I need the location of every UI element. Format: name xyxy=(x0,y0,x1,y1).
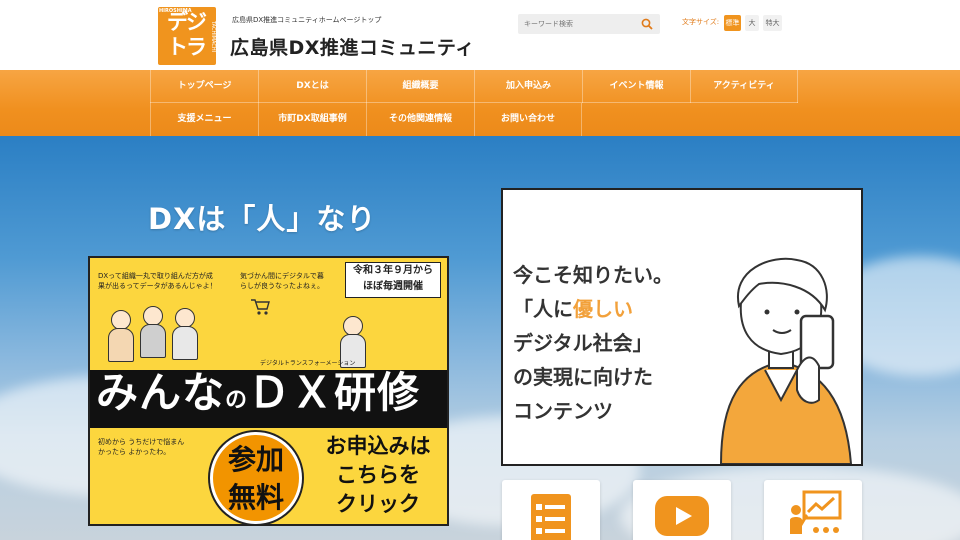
card-text: 今こそ知りたい。 「人に優しい デジタル社会」 の実現に向けた コンテンツ xyxy=(513,258,673,428)
font-size-standard-button[interactable]: 標準 xyxy=(724,15,741,31)
banner-speech-2: 気づかん間にデジタルで暮らしが良うなったよねぇ。 xyxy=(240,272,324,290)
shopping-cart-icon xyxy=(251,299,270,315)
content-tile-checklist[interactable] xyxy=(502,480,600,540)
apply-cta-line-1: お申込みは xyxy=(325,434,431,458)
font-size-label: 文字サイズ: xyxy=(682,18,720,26)
card-line-1: 今こそ知りたい。 xyxy=(513,263,673,287)
hero-heading: DXは「人」なり xyxy=(148,202,377,236)
card-line-2-highlight: 優しい xyxy=(573,297,633,321)
nav-row-2: 支援メニュー 市町DX取組事例 その他関連情報 お問い合わせ xyxy=(150,103,582,136)
nav-item-about-dx[interactable]: DXとは xyxy=(258,70,366,103)
banner-schedule-line-2: ほぼ毎週開催 xyxy=(363,281,423,292)
site-title[interactable]: 広島県DX推進コミュニティ xyxy=(230,33,475,60)
logo-side-text: TACHIMACHI xyxy=(210,21,216,53)
search-input[interactable] xyxy=(524,16,634,32)
card-line-5: コンテンツ xyxy=(513,399,613,423)
banner-schedule-box: 令和３年９月から ほぼ毎週開催 xyxy=(345,262,441,298)
illustration-person xyxy=(108,310,134,362)
card-line-4: の実現に向けた xyxy=(513,365,653,389)
training-banner[interactable]: DXって組織一丸で取り組んだ方が成果が出るってデータがあるんじゃよ！ 気づかん間… xyxy=(88,256,449,526)
play-video-icon xyxy=(655,496,709,536)
free-badge: 参加 無料 xyxy=(210,432,302,524)
checklist-icon xyxy=(531,494,571,540)
site-tagline: 広島県DX推進コミュニティホームページトップ xyxy=(232,16,382,24)
banner-title-part-b: の xyxy=(225,388,249,413)
banner-schedule-line-1: 令和３年９月から xyxy=(353,265,433,276)
search-box xyxy=(518,14,660,34)
nav-item-top[interactable]: トップページ xyxy=(150,70,258,103)
card-line-2-a: 「人に xyxy=(513,297,573,321)
apply-cta-line-3: クリック xyxy=(336,492,420,516)
nav-item-activity[interactable]: アクティビティ xyxy=(690,70,798,103)
nav-row-1: トップページ DXとは 組織概要 加入申込み イベント情報 アクティビティ xyxy=(150,70,798,103)
search-icon[interactable] xyxy=(641,18,653,30)
hero-section: DXは「人」なり DXって組織一丸で取り組んだ方が成果が出るってデータがあるんじ… xyxy=(0,136,960,540)
nav-item-join[interactable]: 加入申込み xyxy=(474,70,582,103)
nav-item-contact[interactable]: お問い合わせ xyxy=(474,103,582,136)
logo-text-bottom: トラ xyxy=(167,35,207,59)
site-header: HIROSHIMA デジ トラ TACHIMACHI 広島県DX推進コミュニティ… xyxy=(0,0,960,70)
font-size-large-button[interactable]: 大 xyxy=(745,15,759,31)
banner-title: みんなのＤＸ研修 xyxy=(96,372,420,414)
banner-subtitle: デジタルトランスフォーメーション xyxy=(260,360,356,367)
free-badge-line-1: 参加 xyxy=(227,443,284,476)
card-line-3: デジタル社会」 xyxy=(513,331,653,355)
nav-item-support[interactable]: 支援メニュー xyxy=(150,103,258,136)
site-logo[interactable]: HIROSHIMA デジ トラ TACHIMACHI xyxy=(158,7,216,65)
nav-item-related[interactable]: その他関連情報 xyxy=(366,103,474,136)
nav-item-events[interactable]: イベント情報 xyxy=(582,70,690,103)
apply-cta-line-2: こちらを xyxy=(336,463,420,487)
banner-title-part-c: ＤＸ研修 xyxy=(248,368,421,417)
banner-lower-speech: 初めから うちだけで悩まんかったら よかったわ。 xyxy=(98,438,185,456)
illustration-person xyxy=(140,306,166,358)
illustration-person xyxy=(172,308,198,360)
digital-society-card[interactable]: 今こそ知りたい。 「人に優しい デジタル社会」 の実現に向けた コンテンツ xyxy=(501,188,863,466)
nav-item-cases[interactable]: 市町DX取組事例 xyxy=(258,103,366,136)
presentation-icon xyxy=(790,490,842,534)
global-nav: トップページ DXとは 組織概要 加入申込み イベント情報 アクティビティ 支援… xyxy=(0,70,960,136)
content-tile-video[interactable] xyxy=(633,480,731,540)
woman-with-phone-illustration xyxy=(719,257,853,464)
banner-title-part-a: みんな xyxy=(96,368,226,417)
banner-speech-1: DXって組織一丸で取り組んだ方が成果が出るってデータがあるんじゃよ！ xyxy=(98,272,217,290)
apply-cta[interactable]: お申込みは こちらを クリック xyxy=(306,432,447,524)
logo-caption: HIROSHIMA xyxy=(159,8,192,14)
logo-text-top: デジ xyxy=(167,10,207,34)
nav-item-organization[interactable]: 組織概要 xyxy=(366,70,474,103)
free-badge-line-2: 無料 xyxy=(227,481,284,514)
card-line-2: 「人に優しい xyxy=(513,292,673,326)
font-size-extra-large-button[interactable]: 特大 xyxy=(763,15,782,31)
content-tile-presentation[interactable] xyxy=(764,480,862,540)
